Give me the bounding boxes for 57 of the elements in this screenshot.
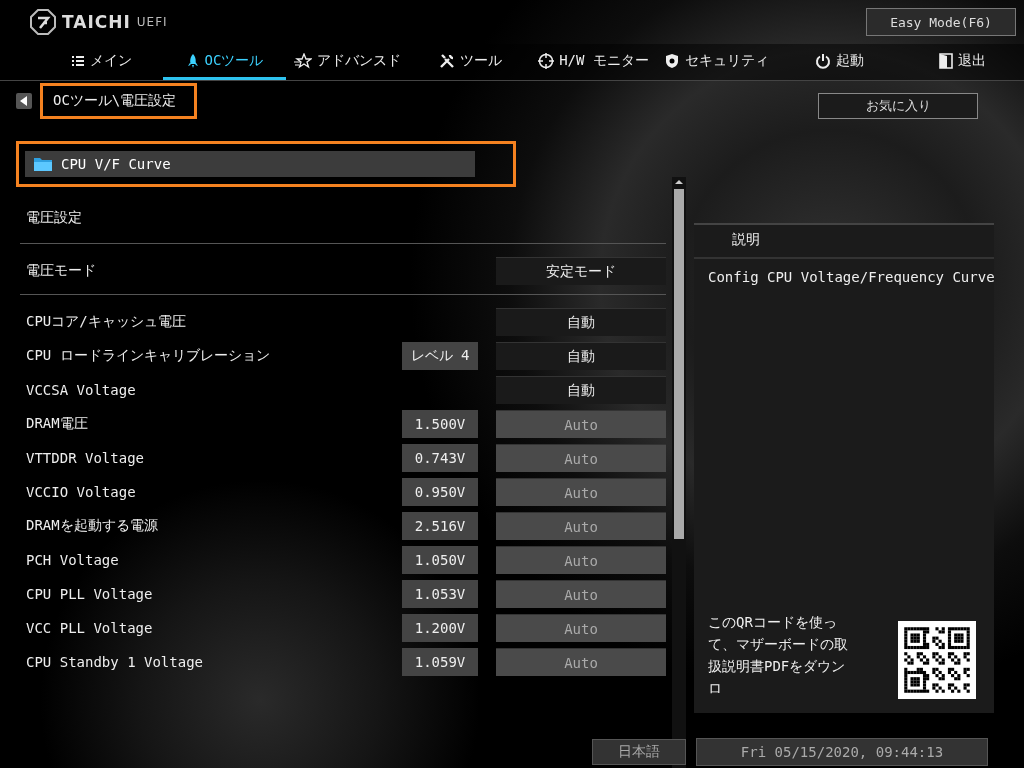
star-icon bbox=[294, 52, 312, 69]
nav-tab[interactable]: セキュリティ bbox=[655, 44, 778, 80]
folder-item[interactable]: CPU V/F Curve bbox=[25, 151, 475, 177]
easy-mode-button[interactable]: Easy Mode(F6) bbox=[866, 8, 1016, 36]
setting-label: DRAMを起動する電源 bbox=[26, 517, 159, 535]
nav-tab[interactable]: ツール bbox=[409, 44, 532, 80]
setting-label: DRAM電圧 bbox=[26, 415, 89, 433]
dropdown-button[interactable]: 安定モード bbox=[496, 257, 666, 285]
nav-tab[interactable]: H/W モニター bbox=[532, 44, 655, 80]
setting-label: VCCSA Voltage bbox=[26, 382, 137, 398]
current-value: レベル 4 bbox=[402, 342, 478, 370]
nav-tab[interactable]: OCツール bbox=[163, 44, 286, 80]
rocket-icon bbox=[185, 52, 200, 69]
dropdown-button[interactable]: 自動 bbox=[496, 376, 666, 404]
setting-label: CPU Standby 1 Voltage bbox=[26, 654, 204, 670]
breadcrumb-path: OCツール\電圧設定 bbox=[40, 83, 198, 119]
current-value: 1.200V bbox=[402, 614, 478, 642]
setting-label: VCCIO Voltage bbox=[26, 484, 137, 500]
setting-label: CPU PLL Voltage bbox=[26, 586, 154, 602]
nav-tab[interactable]: 起動 bbox=[778, 44, 901, 80]
setting-label: PCH Voltage bbox=[26, 552, 120, 568]
description-text: Config CPU Voltage/Frequency Curve bbox=[707, 268, 994, 287]
current-value: 1.059V bbox=[402, 648, 478, 676]
current-value: 1.500V bbox=[402, 410, 478, 438]
favorites-button[interactable]: お気に入り bbox=[818, 93, 978, 119]
current-value: 1.050V bbox=[402, 546, 478, 574]
crosshair-icon bbox=[538, 52, 555, 69]
logo-icon bbox=[30, 9, 56, 35]
power-icon bbox=[815, 52, 831, 69]
qr-caption: このQRコードを使って、マザーボードの取扱説明書PDFをダウンロ bbox=[708, 613, 848, 698]
folder-icon bbox=[33, 156, 53, 172]
date-time: Fri 05/15/2020, 09:44:13 bbox=[696, 738, 988, 766]
dropdown-button[interactable]: 自動 bbox=[496, 308, 666, 336]
setting-label: CPUコア/キャッシュ電圧 bbox=[26, 313, 187, 331]
brand-suffix: UEFI bbox=[136, 15, 168, 29]
tools-icon bbox=[439, 52, 455, 69]
panel-title: 説明 bbox=[694, 225, 994, 259]
setting-label: VCC PLL Voltage bbox=[26, 620, 154, 636]
language-button[interactable]: 日本語 bbox=[592, 739, 686, 765]
setting-label: CPU ロードラインキャリブレーション bbox=[26, 347, 271, 365]
shield-icon bbox=[664, 52, 680, 69]
section-title: 電圧設定 bbox=[26, 209, 83, 227]
current-value: 0.743V bbox=[402, 444, 478, 472]
brand-name: TAICHI bbox=[62, 12, 131, 32]
nav-tab[interactable]: アドバンスド bbox=[286, 44, 409, 80]
nav-tab[interactable]: メイン bbox=[40, 44, 163, 80]
dropdown-button[interactable]: 自動 bbox=[496, 342, 666, 370]
scrollbar[interactable] bbox=[672, 177, 686, 768]
current-value: 1.053V bbox=[402, 580, 478, 608]
current-value: 2.516V bbox=[402, 512, 478, 540]
door-icon bbox=[939, 52, 953, 69]
setting-label: 電圧モード bbox=[26, 262, 97, 280]
nav-tab[interactable]: 退出 bbox=[901, 44, 1024, 80]
setting-label: VTTDDR Voltage bbox=[26, 450, 145, 466]
list-icon bbox=[71, 53, 85, 68]
current-value: 0.950V bbox=[402, 478, 478, 506]
qr-code-icon bbox=[898, 621, 976, 699]
